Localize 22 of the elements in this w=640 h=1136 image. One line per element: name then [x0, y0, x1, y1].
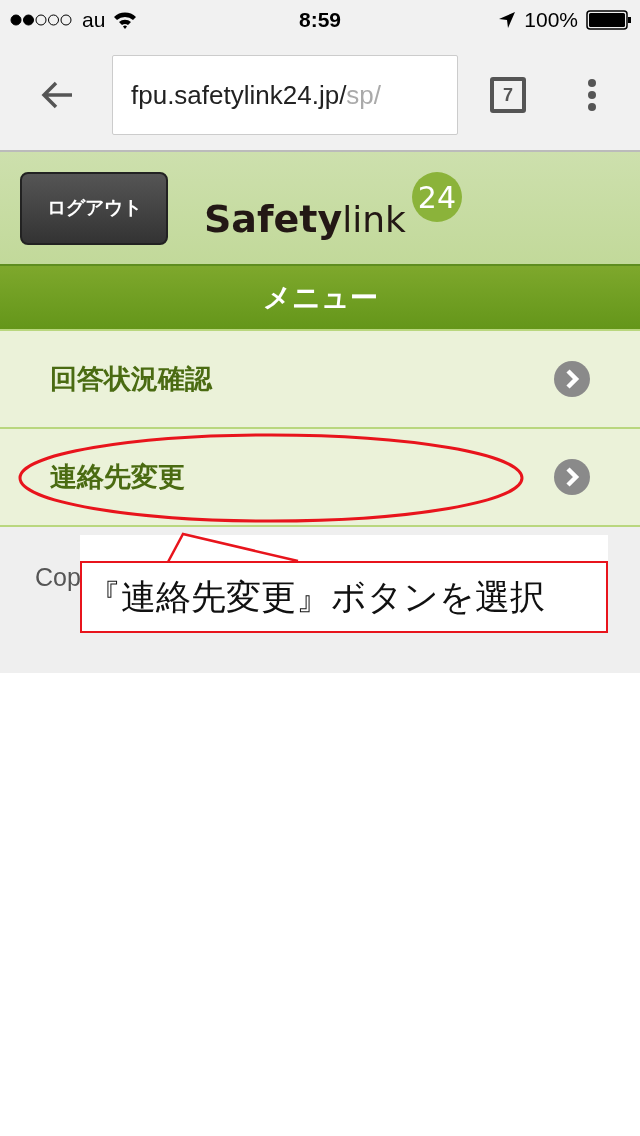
battery-icon [586, 10, 632, 30]
signal-icon [10, 13, 74, 27]
back-arrow-icon[interactable] [40, 80, 74, 110]
tab-count-button[interactable]: 7 [490, 77, 526, 113]
logo-text: Safety [204, 200, 343, 238]
carrier: au [82, 8, 106, 32]
logo-text: link [342, 202, 406, 238]
logo-badge: 24 [411, 172, 462, 222]
menu-item[interactable]: 回答状況確認 [0, 329, 640, 427]
wifi-icon [113, 11, 138, 29]
url-field[interactable]: fpu.safetylink24.jp/sp/ [112, 55, 458, 135]
battery-percent: 100% [524, 8, 578, 32]
menu-item[interactable]: 連絡先変更 [0, 427, 640, 525]
callout-text: 『連絡先変更』ボタンを選択 [86, 575, 545, 619]
menu-title-bar: メニュー [0, 266, 640, 329]
logout-button[interactable]: ログアウト [20, 171, 168, 245]
more-menu-icon[interactable] [587, 78, 597, 112]
location-arrow-icon [498, 11, 517, 29]
chevron-icon [554, 459, 590, 495]
chevron-icon [554, 361, 590, 397]
clock: 8:59 [299, 8, 341, 32]
copyright-text: Cop [35, 563, 81, 592]
